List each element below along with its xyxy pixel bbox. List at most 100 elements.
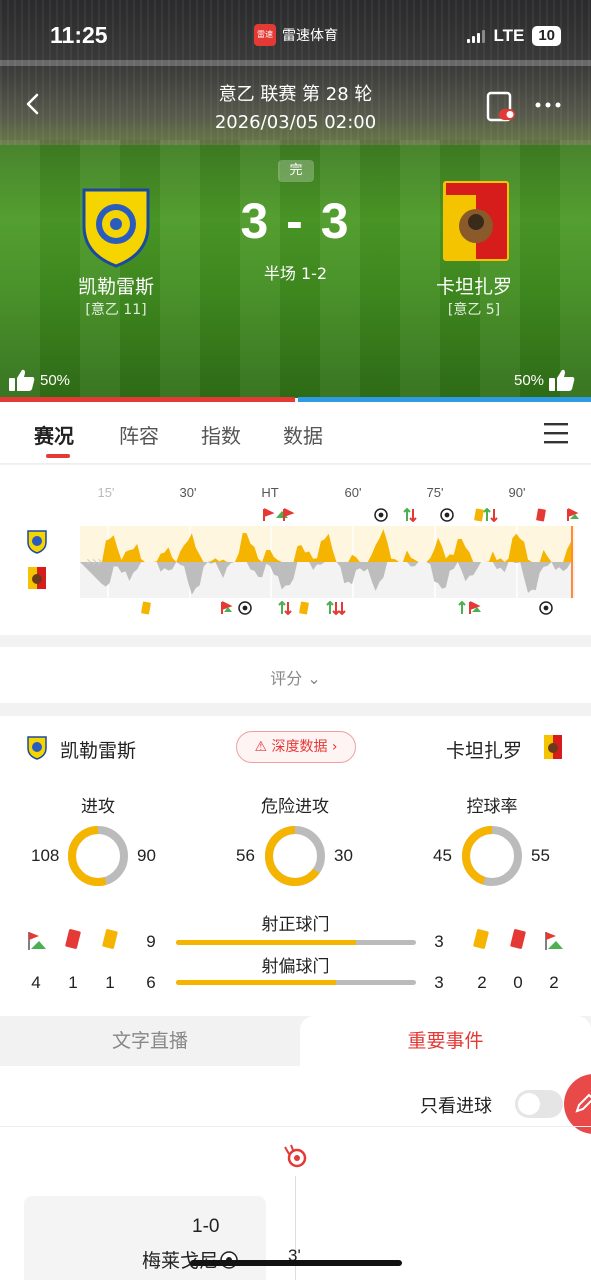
event-score: 1-0 (192, 1216, 220, 1237)
signal-icon (467, 29, 486, 43)
timeline-label: 15' (97, 485, 115, 500)
attack-home: 108 (31, 846, 60, 865)
momentum-graph: ››› (80, 526, 575, 598)
home-support-percent: 50% (40, 371, 71, 389)
stat-title-possession: 控球率 (466, 797, 518, 817)
corner-flag-icon (567, 508, 579, 521)
match-header: 11:25 雷速 雷速体育 LTE 10 意乙 联赛 第 28 轮 2026/0… (0, 0, 591, 398)
away-team-name[interactable]: 卡坦扎罗 (384, 272, 564, 299)
event-tabs: 文字直播 重要事件 (0, 1016, 591, 1066)
app-logo-icon: 雷速 (254, 24, 276, 46)
status-app: 雷速 雷速体育 (254, 24, 338, 46)
float-window-icon[interactable] (484, 90, 518, 124)
corner-flag-icon (263, 508, 295, 521)
stats-home-team: 凯勒雷斯 (60, 740, 137, 762)
corner-goal-icon (221, 601, 252, 615)
network-label: LTE (493, 26, 525, 45)
status-time: 11:25 (50, 22, 108, 48)
home-team-crest-icon (27, 736, 47, 760)
main-tabs: 赛况 阵容 指数 数据 (0, 402, 591, 464)
on-target-bar (176, 940, 416, 945)
on-target-away: 3 (434, 932, 444, 951)
timeline-label: 90' (508, 485, 526, 500)
tab-live[interactable]: 赛况 (34, 420, 74, 449)
off-target-label: 射偏球门 (261, 957, 330, 977)
home-corners-count: 4 (31, 973, 41, 992)
rating-expander[interactable]: 评分 ⌄ (0, 647, 591, 703)
tab-odds[interactable]: 指数 (201, 420, 241, 449)
timeline-label: HT (261, 485, 279, 500)
away-team-crest-icon (28, 567, 46, 589)
away-support-percent: 50% (514, 371, 545, 389)
edit-fab-button[interactable] (564, 1074, 591, 1134)
home-indicator (190, 1260, 402, 1266)
away-support-button[interactable]: 50% (514, 368, 576, 392)
goals-only-toggle[interactable] (515, 1090, 563, 1118)
away-yellow-count: 2 (477, 973, 487, 992)
timeline-label: 30' (179, 485, 197, 500)
yellow-card-icon (141, 601, 151, 615)
status-bar: 11:25 雷速 雷速体育 LTE 10 (0, 18, 591, 58)
dangerous-attack-home: 56 (236, 846, 255, 865)
possession-away: 55 (531, 846, 550, 865)
away-team-crest-icon (544, 735, 562, 759)
more-icon[interactable] (534, 100, 562, 110)
home-support-button[interactable]: 50% (8, 368, 70, 392)
whistle-icon (284, 1144, 307, 1168)
deep-data-button[interactable]: ⚠ 深度数据 › (236, 731, 356, 763)
match-status-badge: 完 (278, 160, 314, 182)
attack-donut (68, 826, 128, 886)
goal-ball-icon (440, 508, 454, 522)
home-team-crest-icon[interactable] (82, 186, 150, 268)
edit-icon (575, 1093, 591, 1113)
on-target-label: 射正球门 (261, 915, 330, 935)
on-target-bar-fill (176, 940, 356, 945)
home-yellow-count: 1 (105, 973, 115, 992)
status-indicators: LTE 10 (467, 26, 561, 46)
dangerous-attack-away: 30 (334, 846, 353, 865)
goals-only-label: 只看进球 (420, 1096, 492, 1117)
possession-donut (462, 826, 522, 886)
home-team-name[interactable]: 凯勒雷斯 (26, 272, 206, 299)
substitution-icon (326, 601, 346, 615)
off-target-away: 3 (434, 973, 444, 992)
yellow-card-substitution-icon (474, 508, 498, 522)
possession-home: 45 (433, 846, 452, 865)
deep-data-label: 深度数据 (271, 739, 328, 755)
attack-away: 90 (137, 846, 156, 865)
svg-text:›››: ››› (86, 554, 103, 570)
away-team-crest-icon[interactable] (442, 180, 510, 262)
status-app-name: 雷速体育 (282, 28, 338, 44)
momentum-chart: 15' 30' HT 60' 75' 90' ››› (0, 465, 591, 635)
tab-text-live[interactable]: 文字直播 (0, 1016, 300, 1066)
tab-key-events[interactable]: 重要事件 (300, 1016, 591, 1066)
thumbs-up-icon (549, 369, 575, 391)
stats-away-team: 卡坦扎罗 (446, 740, 523, 762)
battery-icon: 10 (532, 26, 561, 46)
red-card-icon (536, 508, 546, 522)
tab-data[interactable]: 数据 (283, 420, 323, 449)
goal-ball-icon (374, 508, 388, 522)
substitution-corner-icon (458, 601, 481, 614)
goal-ball-icon (539, 601, 553, 615)
away-corners-count: 2 (549, 973, 559, 992)
away-team-rank: [意乙 5] (447, 302, 501, 318)
timeline-label: 60' (344, 485, 362, 500)
home-team-crest-icon (27, 530, 47, 554)
off-target-bar-fill (176, 980, 336, 985)
on-target-home: 9 (146, 932, 156, 951)
divider (0, 1126, 591, 1127)
stat-title-dangerous-attack: 危险进攻 (261, 797, 329, 817)
rating-label: 评分 ⌄ (270, 669, 321, 688)
off-target-bar (176, 980, 416, 985)
timeline-label: 75' (426, 485, 444, 500)
substitution-icon (403, 508, 417, 522)
home-red-count: 1 (68, 973, 78, 992)
thumbs-up-icon (9, 369, 35, 391)
warning-icon: ⚠ (254, 739, 268, 755)
menu-icon[interactable] (544, 422, 568, 444)
tab-lineup[interactable]: 阵容 (119, 420, 159, 449)
stats-panel: 凯勒雷斯 ⚠ 深度数据 › 卡坦扎罗 进攻 108 90 危险进攻 56 30 … (0, 716, 591, 1016)
home-team-rank: [意乙 11] (85, 302, 147, 318)
dangerous-attack-donut (265, 826, 325, 886)
